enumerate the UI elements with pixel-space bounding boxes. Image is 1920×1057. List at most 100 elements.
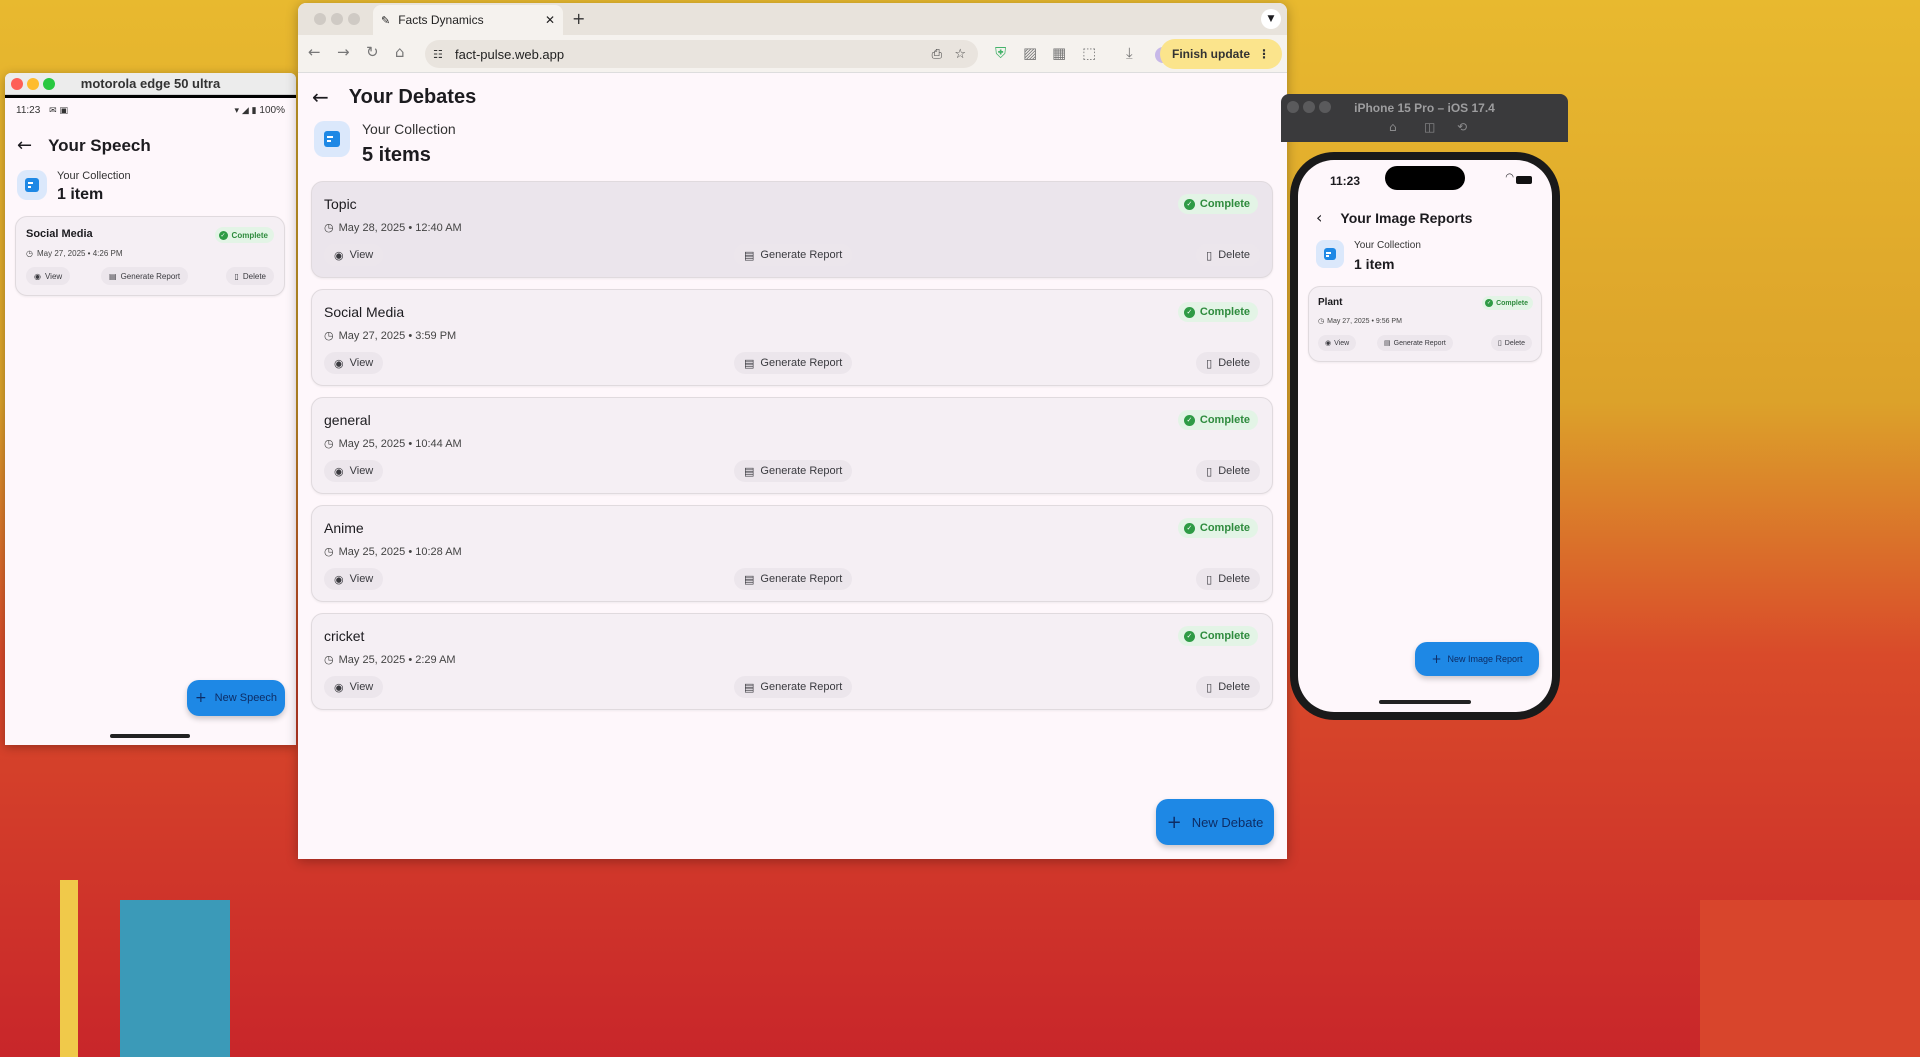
list-item[interactable]: Topic ✓ Complete ◷ May 28, 2025 • 12:40 … xyxy=(311,181,1273,278)
list-item[interactable]: Social Media ✓ Complete ◷ May 27, 2025 •… xyxy=(311,289,1273,386)
back-chevron-icon[interactable]: ‹ xyxy=(1316,208,1322,227)
collection-count: 1 item xyxy=(57,186,104,203)
trash-icon: ▯ xyxy=(234,271,239,281)
extension-icon[interactable]: ▨ xyxy=(1023,44,1037,62)
back-arrow-icon[interactable]: ← xyxy=(17,135,32,156)
plus-icon: + xyxy=(1166,811,1182,833)
shield-extension-icon[interactable]: ⛨ xyxy=(995,44,1006,62)
delete-button[interactable]: ▯ Delete xyxy=(1196,244,1260,266)
plus-icon: + xyxy=(1431,652,1442,666)
new-debate-button[interactable]: + New Debate xyxy=(1156,799,1274,845)
close-window-button[interactable] xyxy=(314,13,326,25)
wallpaper-shape xyxy=(120,900,230,1057)
new-image-report-button[interactable]: + New Image Report xyxy=(1415,642,1539,676)
home-icon[interactable]: ⌂ xyxy=(395,43,405,61)
eye-icon: ◉ xyxy=(334,680,344,694)
minimize-window-button[interactable] xyxy=(331,13,343,25)
check-circle-icon: ✓ xyxy=(218,230,228,240)
view-button[interactable]: ◉ View xyxy=(324,460,384,482)
delete-button[interactable]: ▯ Delete xyxy=(226,267,274,285)
list-item[interactable]: Plant ✓ Complete ◷ May 27, 2025 • 9:56 P… xyxy=(1308,286,1542,362)
back-arrow-icon[interactable]: ← xyxy=(312,85,329,109)
list-item[interactable]: cricket ✓ Complete ◷ May 25, 2025 • 2:29… xyxy=(311,613,1273,710)
generate-report-button[interactable]: ▤ Generate Report xyxy=(734,244,853,266)
minimize-window-button[interactable] xyxy=(27,78,39,90)
simulator-window-titlebar[interactable]: iPhone 15 Pro – iOS 17.4 ⌂ ◫ ⟲ xyxy=(1281,94,1568,142)
rotate-icon[interactable]: ⟲ xyxy=(1457,120,1467,134)
delete-button[interactable]: ▯ Delete xyxy=(1196,460,1260,482)
download-icon[interactable]: ⤓ xyxy=(1126,44,1133,62)
status-time: 11:23 xyxy=(16,105,41,116)
trash-icon: ▯ xyxy=(1206,248,1213,262)
eye-icon: ◉ xyxy=(334,356,344,370)
status-badge: ✓ Complete xyxy=(1177,518,1258,538)
list-item[interactable]: Anime ✓ Complete ◷ May 25, 2025 • 10:28 … xyxy=(311,505,1273,602)
list-item[interactable]: Social Media ✓ Complete ◷ May 27, 2025 •… xyxy=(15,216,285,296)
generate-report-button[interactable]: ▤ Generate Report xyxy=(734,676,853,698)
device-top-bezel xyxy=(5,95,296,98)
delete-button[interactable]: ▯ Delete xyxy=(1196,676,1260,698)
clock-icon: ◷ xyxy=(324,329,334,342)
browser-toolbar: ← → ↻ ⌂ ☷ fact-pulse.web.app ⎙ ☆ ⛨ ▨ ▦ ⬚… xyxy=(298,35,1287,73)
forward-icon[interactable]: → xyxy=(337,43,350,61)
site-info-icon[interactable]: ☷ xyxy=(433,48,443,61)
address-bar[interactable]: ☷ fact-pulse.web.app ⎙ ☆ xyxy=(425,40,978,68)
delete-button[interactable]: ▯ Delete xyxy=(1490,335,1532,351)
generate-report-button[interactable]: ▤ Generate Report xyxy=(734,460,853,482)
iphone-device-frame: 11:23 ◠ ‹ Your Image Reports Your Collec… xyxy=(1290,152,1560,720)
trash-icon: ▯ xyxy=(1497,339,1502,347)
wallpaper-shape xyxy=(60,880,78,1057)
view-button[interactable]: ◉ View xyxy=(1318,335,1357,351)
delete-button[interactable]: ▯ Delete xyxy=(1196,352,1260,374)
view-button[interactable]: ◉ View xyxy=(324,244,384,266)
home-indicator[interactable] xyxy=(1379,700,1471,704)
item-date: May 27, 2025 • 3:59 PM xyxy=(338,329,457,342)
item-title: Topic xyxy=(324,196,357,212)
generate-report-button[interactable]: ▤ Generate Report xyxy=(1377,335,1453,351)
list-item[interactable]: general ✓ Complete ◷ May 25, 2025 • 10:4… xyxy=(311,397,1273,494)
generate-report-button[interactable]: ▤ Generate Report xyxy=(734,568,853,590)
notification-icon: ✉ ▣ xyxy=(49,106,68,116)
android-status-bar: 11:23 ✉ ▣ ▾ ◢ ▮ 100% xyxy=(16,105,285,116)
view-button[interactable]: ◉ View xyxy=(26,267,71,285)
close-window-button[interactable] xyxy=(11,78,23,90)
item-date: May 27, 2025 • 4:26 PM xyxy=(36,249,123,258)
zoom-window-button[interactable] xyxy=(43,78,55,90)
view-button[interactable]: ◉ View xyxy=(324,676,384,698)
zoom-window-button[interactable] xyxy=(348,13,360,25)
check-circle-icon: ✓ xyxy=(1485,299,1494,307)
item-date: May 25, 2025 • 10:28 AM xyxy=(338,545,462,558)
install-app-icon[interactable]: ⎙ xyxy=(932,47,942,62)
gesture-bar[interactable] xyxy=(110,734,190,738)
view-button[interactable]: ◉ View xyxy=(324,568,384,590)
back-icon[interactable]: ← xyxy=(308,43,321,61)
new-speech-button[interactable]: + New Speech xyxy=(187,680,285,716)
generate-report-button[interactable]: ▤ Generate Report xyxy=(734,352,853,374)
generate-report-button[interactable]: ▤ Generate Report xyxy=(101,267,189,285)
reload-icon[interactable]: ↻ xyxy=(366,43,379,61)
finish-update-button[interactable]: Finish update ⋮ xyxy=(1160,39,1282,69)
status-badge: ✓ Complete xyxy=(1482,296,1533,310)
page-title: Your Debates xyxy=(348,85,477,108)
bookmark-star-icon[interactable]: ☆ xyxy=(954,47,966,62)
puzzle-icon[interactable]: ⬚ xyxy=(1082,44,1096,62)
android-window-titlebar[interactable]: motorola edge 50 ultra xyxy=(5,73,296,95)
clock-icon: ◷ xyxy=(324,437,334,450)
new-tab-icon[interactable]: + xyxy=(572,9,585,28)
delete-button[interactable]: ▯ Delete xyxy=(1196,568,1260,590)
status-badge: ✓ Complete xyxy=(1177,194,1258,214)
browser-tab[interactable]: ✎ Facts Dynamics ✕ xyxy=(373,5,563,35)
screenshot-icon[interactable]: ◫ xyxy=(1424,120,1435,134)
tab-search-button[interactable]: ▼ xyxy=(1261,9,1281,29)
favicon-icon: ✎ xyxy=(381,13,391,27)
chevron-down-icon: ▼ xyxy=(1267,14,1275,24)
report-icon: ▤ xyxy=(744,248,755,262)
trash-icon: ▯ xyxy=(1206,680,1213,694)
view-button[interactable]: ◉ View xyxy=(324,352,384,374)
status-badge: ✓ Complete xyxy=(1177,410,1258,430)
collection-count: 5 items xyxy=(362,144,431,166)
extension-icon[interactable]: ▦ xyxy=(1052,44,1066,62)
home-icon[interactable]: ⌂ xyxy=(1389,120,1397,134)
check-circle-icon: ✓ xyxy=(1183,630,1195,642)
close-tab-icon[interactable]: ✕ xyxy=(545,13,555,27)
